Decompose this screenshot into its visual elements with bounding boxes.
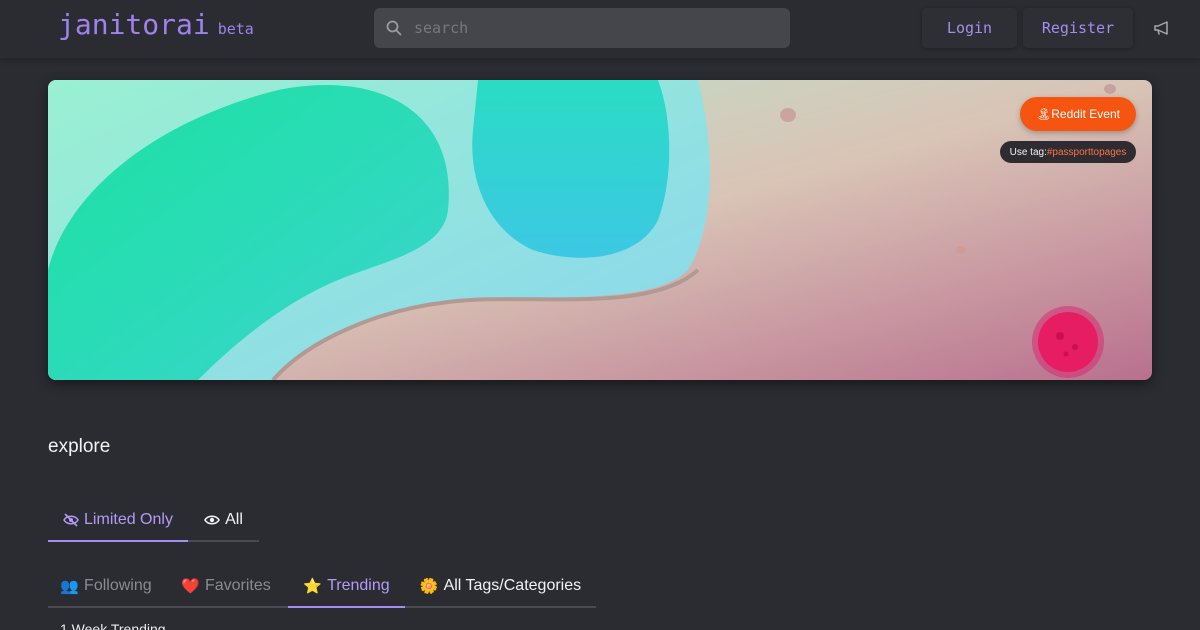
tab-limited-only[interactable]: Limited Only — [48, 500, 188, 542]
megaphone-icon — [1154, 21, 1168, 35]
event-tag-pill: Use tag: #passporttopages — [1000, 141, 1136, 163]
star-icon: ⭐ — [303, 578, 323, 595]
tab-label: Limited Only — [84, 511, 173, 528]
tab-favorites[interactable]: ❤️ Favorites — [164, 566, 288, 606]
tab-following[interactable]: 👥 Following — [48, 566, 164, 606]
search-icon — [386, 20, 402, 36]
island-icon: 🏝 — [1036, 107, 1052, 121]
tab-trending[interactable]: ⭐ Trending — [288, 566, 405, 608]
section-title: 1 Week Trending — [60, 621, 166, 630]
tab-label: All — [225, 511, 243, 528]
tag-prefix: Use tag: — [1009, 146, 1047, 158]
heart-icon: ❤️ — [181, 578, 200, 595]
page-title: explore — [48, 436, 111, 457]
event-label: Reddit Event — [1051, 107, 1120, 121]
announcements-button[interactable] — [1143, 8, 1181, 48]
category-tabs: 👥 Following ❤️ Favorites ⭐ Trending 🌼 Al… — [48, 566, 596, 608]
logo-text[interactable]: janitorai — [58, 8, 210, 41]
tag-value[interactable]: #passporttopages — [1047, 147, 1127, 158]
login-button[interactable]: Login — [922, 8, 1017, 48]
tab-label: Following — [84, 577, 152, 594]
people-icon: 👥 — [60, 578, 80, 595]
search-input[interactable] — [414, 19, 774, 37]
tab-label: Trending — [327, 577, 390, 594]
banner-artwork — [48, 80, 1152, 380]
top-nav-bar: janitorai beta Login Register — [0, 0, 1200, 58]
register-button[interactable]: Register — [1023, 8, 1133, 48]
tab-all-tags[interactable]: 🌼 All Tags/Categories — [405, 566, 596, 606]
filter-tabs: Limited Only All — [48, 500, 259, 542]
event-banner[interactable]: 🏝 Reddit Event Use tag: #passporttopages — [48, 80, 1152, 380]
logo[interactable]: janitorai beta — [58, 8, 254, 41]
eye-icon — [204, 515, 221, 525]
flower-icon: 🌼 — [419, 578, 439, 595]
tab-label: All Tags/Categories — [443, 577, 582, 594]
reddit-event-button[interactable]: 🏝 Reddit Event — [1020, 97, 1136, 131]
tab-label: Favorites — [204, 577, 271, 594]
eye-slash-icon — [63, 513, 79, 527]
beta-badge: beta — [217, 20, 254, 38]
search-bar[interactable] — [374, 8, 790, 48]
tab-all[interactable]: All — [188, 500, 259, 540]
